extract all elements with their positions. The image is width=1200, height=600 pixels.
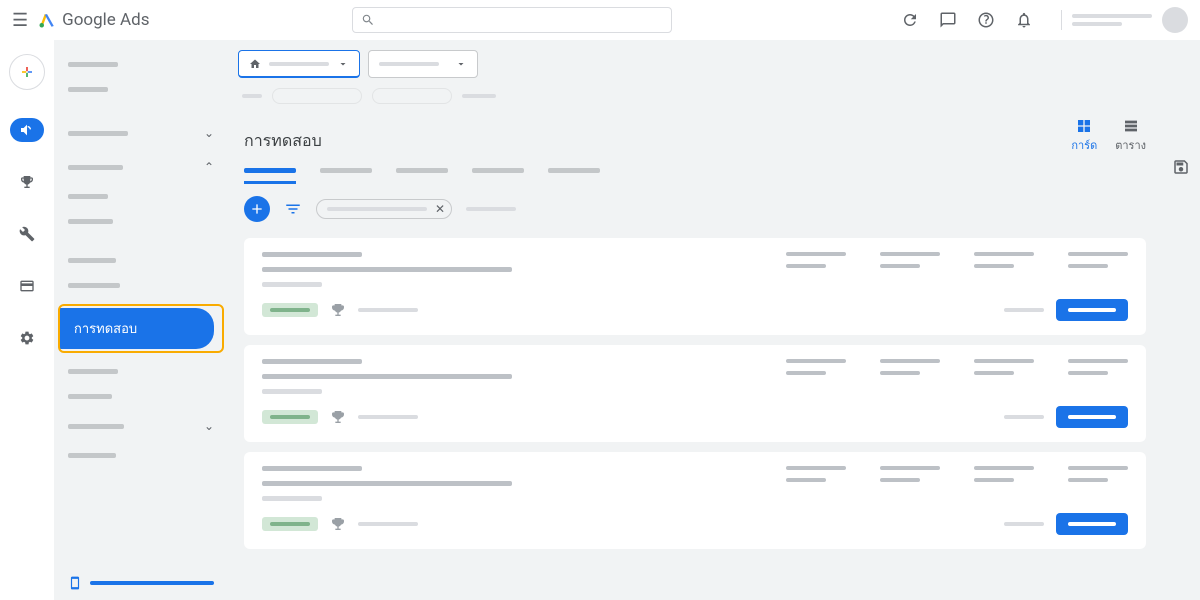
sidebar-footer[interactable] bbox=[54, 566, 228, 600]
tab[interactable] bbox=[548, 160, 600, 184]
sidebar-item[interactable] bbox=[54, 252, 228, 269]
sidebar-item[interactable] bbox=[54, 277, 228, 294]
page-title: การทดสอบ bbox=[244, 129, 322, 154]
trophy-icon bbox=[19, 174, 35, 190]
trophy-icon bbox=[330, 516, 346, 532]
sidebar-item[interactable]: ⌄ bbox=[54, 413, 228, 439]
account-switcher[interactable] bbox=[1061, 7, 1188, 33]
view-table-label: ตาราง bbox=[1115, 136, 1146, 154]
plus-icon bbox=[249, 201, 265, 217]
rail-tools[interactable] bbox=[10, 222, 44, 246]
table-icon bbox=[1123, 118, 1139, 134]
experiment-card[interactable] bbox=[244, 452, 1146, 549]
right-rail bbox=[1162, 110, 1200, 565]
rail-goals[interactable] bbox=[10, 170, 44, 194]
sidebar-item[interactable]: ⌃ bbox=[54, 154, 228, 180]
rail-admin[interactable] bbox=[10, 326, 44, 350]
sidebar-item[interactable] bbox=[54, 388, 228, 405]
notifications-icon[interactable] bbox=[1015, 11, 1033, 29]
chevron-down-icon: ⌄ bbox=[204, 419, 214, 433]
breadcrumb bbox=[228, 78, 1200, 110]
card-icon bbox=[19, 278, 35, 294]
megaphone-icon bbox=[19, 122, 35, 138]
rail-campaigns[interactable] bbox=[10, 118, 44, 142]
caret-down-icon bbox=[455, 58, 467, 70]
menu-icon[interactable]: ☰ bbox=[12, 10, 28, 31]
nav-rail bbox=[0, 40, 54, 600]
product-name: Google Ads bbox=[62, 10, 149, 30]
apply-button[interactable] bbox=[1056, 299, 1128, 321]
sidebar-item-experiments[interactable]: การทดสอบ bbox=[60, 308, 214, 349]
help-icon[interactable] bbox=[977, 11, 995, 29]
sidebar-item[interactable] bbox=[54, 363, 228, 380]
caret-down-icon bbox=[337, 58, 349, 70]
rail-billing[interactable] bbox=[10, 274, 44, 298]
chevron-up-icon: ⌃ bbox=[204, 160, 214, 174]
trophy-icon bbox=[330, 302, 346, 318]
scope-account-chip[interactable] bbox=[238, 50, 360, 78]
chevron-down-icon: ⌄ bbox=[204, 126, 214, 140]
toolbar: ✕ bbox=[228, 184, 1162, 234]
filter-icon[interactable] bbox=[284, 200, 302, 218]
sidebar-item[interactable] bbox=[54, 447, 228, 464]
search-input[interactable] bbox=[352, 7, 672, 33]
view-card-label: การ์ด bbox=[1071, 136, 1097, 154]
scope-bar bbox=[228, 40, 1200, 78]
add-button[interactable] bbox=[244, 196, 270, 222]
scope-campaign-chip[interactable] bbox=[368, 50, 478, 78]
view-card-toggle[interactable]: การ์ด bbox=[1071, 118, 1097, 154]
device-icon bbox=[68, 576, 82, 590]
save-icon[interactable] bbox=[1172, 158, 1190, 176]
experiment-card[interactable] bbox=[244, 345, 1146, 442]
sidebar-item[interactable] bbox=[54, 56, 228, 73]
grid-icon bbox=[1076, 118, 1092, 134]
status-badge bbox=[262, 410, 318, 424]
sidebar-item[interactable] bbox=[54, 188, 228, 205]
status-badge bbox=[262, 303, 318, 317]
product-logo[interactable]: Google Ads bbox=[38, 10, 149, 30]
sidebar-item-label: การทดสอบ bbox=[74, 322, 137, 337]
status-badge bbox=[262, 517, 318, 531]
secondary-sidebar: ⌄ ⌃ การทดสอบ ⌄ bbox=[54, 40, 228, 600]
search-icon bbox=[361, 13, 375, 27]
sidebar-item[interactable] bbox=[54, 213, 228, 230]
ads-logo-icon bbox=[38, 11, 56, 29]
refresh-icon[interactable] bbox=[901, 11, 919, 29]
tab[interactable] bbox=[396, 160, 448, 184]
gear-icon bbox=[19, 330, 35, 346]
tabs bbox=[228, 154, 1162, 184]
tools-icon bbox=[19, 226, 35, 242]
sidebar-item[interactable] bbox=[54, 81, 228, 98]
experiment-card[interactable] bbox=[244, 238, 1146, 335]
filter-chip[interactable]: ✕ bbox=[316, 199, 452, 219]
app-header: ☰ Google Ads bbox=[0, 0, 1200, 40]
plus-multicolor-icon bbox=[17, 62, 37, 82]
tab[interactable] bbox=[320, 160, 372, 184]
close-icon[interactable]: ✕ bbox=[435, 202, 445, 216]
avatar[interactable] bbox=[1162, 7, 1188, 33]
apply-button[interactable] bbox=[1056, 406, 1128, 428]
chat-icon[interactable] bbox=[939, 11, 957, 29]
tab[interactable] bbox=[244, 160, 296, 184]
tab[interactable] bbox=[472, 160, 524, 184]
experiment-cards bbox=[228, 234, 1162, 565]
sidebar-item[interactable]: ⌄ bbox=[54, 120, 228, 146]
view-table-toggle[interactable]: ตาราง bbox=[1115, 118, 1146, 154]
trophy-icon bbox=[330, 409, 346, 425]
home-icon bbox=[249, 58, 261, 70]
create-button[interactable] bbox=[9, 54, 45, 90]
apply-button[interactable] bbox=[1056, 513, 1128, 535]
